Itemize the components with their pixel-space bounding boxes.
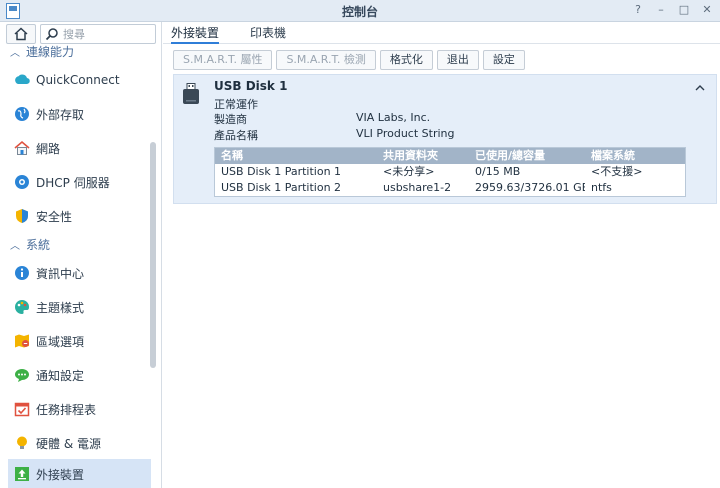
search-icon [45,28,58,41]
device-status: 正常運作 [214,98,258,111]
product-name-label: 產品名稱 [214,129,258,142]
table-row[interactable]: USB Disk 1 Partition 2 usbshare1-2 2959.… [215,180,685,196]
sidebar-item-label: 硬體 & 電源 [36,436,101,451]
format-button[interactable]: 格式化 [379,50,433,70]
product-name-value: VLI Product String [356,127,455,140]
palette-icon [15,300,29,314]
main-content: 外接裝置 印表機 S.M.A.R.T. 屬性 S.M.A.R.T. 檢測 格式化… [163,22,720,488]
lightbulb-icon [17,436,27,449]
calendar-check-icon [14,402,30,417]
sidebar-item-notification[interactable]: 通知設定 [8,360,151,390]
file-system: ntfs [591,181,612,194]
column-header[interactable]: 共用資料夾 [377,148,469,164]
sidebar-item-task-scheduler[interactable]: 任務排程表 [8,394,151,424]
sidebar-item-label: DHCP 伺服器 [36,175,110,190]
usb-drive-icon [183,83,199,104]
partition-table: 名稱 共用資料夾 已使用/總容量 檔案系統 USB Disk 1 Partiti… [214,147,686,197]
toolbar: S.M.A.R.T. 屬性 S.M.A.R.T. 檢測 格式化 退出 設定 [173,50,525,70]
tab-printers[interactable]: 印表機 [250,24,286,44]
group-header-connectivity[interactable]: ︿ 連線能力 [10,42,74,60]
manufacturer-label: 製造商 [214,113,247,126]
collapse-caret-icon: ︿ [10,240,20,252]
sidebar-item-network[interactable]: 網路 [8,133,151,163]
quickconnect-icon [15,74,30,85]
sidebar-item-label: QuickConnect [36,73,120,87]
sidebar-item-external-devices[interactable]: 外接裝置 [8,459,151,488]
group-label: 系統 [26,237,51,252]
sidebar-item-label: 任務排程表 [36,402,97,417]
sidebar-item-label: 外接裝置 [36,467,85,482]
help-button[interactable]: ? [631,2,645,18]
collapse-caret-icon: ︿ [10,47,20,59]
partition-table-header: 名稱 共用資料夾 已使用/總容量 檔案系統 [215,148,685,164]
window-controls: ? – □ ✕ [631,2,714,18]
file-system: <不支援> [591,165,643,178]
maximize-button[interactable]: □ [677,2,691,18]
column-header[interactable]: 名稱 [215,148,377,164]
sidebar-scrollbar[interactable] [150,142,156,368]
smart-test-button[interactable]: S.M.A.R.T. 檢測 [276,50,376,70]
close-button[interactable]: ✕ [700,2,714,18]
sidebar-item-info-center[interactable]: 資訊中心 [8,258,151,288]
table-row[interactable]: USB Disk 1 Partition 1 <未分享> 0/15 MB <不支… [215,164,685,180]
group-header-system[interactable]: ︿ 系統 [10,235,50,253]
column-header[interactable]: 檔案系統 [585,148,685,164]
sidebar-item-label: 區域選項 [36,334,85,349]
smart-attributes-button[interactable]: S.M.A.R.T. 屬性 [173,50,273,70]
home-button[interactable] [6,24,36,44]
sidebar-item-dhcp-server[interactable]: DHCP 伺服器 [8,167,151,197]
used-capacity: 0/15 MB [475,165,521,178]
sidebar-item-regional-options[interactable]: 區域選項 [8,326,151,356]
sidebar-item-label: 外部存取 [36,107,85,122]
collapse-chevron-up-icon[interactable] [694,83,706,93]
network-house-icon [14,140,30,155]
partition-name: USB Disk 1 Partition 2 [221,181,342,194]
title-bar: 控制台 ? – □ ✕ [0,0,720,22]
search-input[interactable] [63,26,153,42]
sidebar-item-label: 通知設定 [36,368,85,383]
sidebar-item-label: 網路 [36,141,61,156]
tab-external-devices[interactable]: 外接裝置 [171,24,220,44]
globe-icon [15,107,29,121]
sidebar-item-label: 主題樣式 [36,300,85,315]
home-icon [14,27,28,41]
device-panel[interactable]: USB Disk 1 正常運作 製造商 VIA Labs, Inc. 產品名稱 … [173,74,717,204]
chat-bubble-icon [15,369,29,382]
partition-name: USB Disk 1 Partition 1 [221,165,342,178]
sidebar-item-label: 資訊中心 [36,266,85,281]
minimize-button[interactable]: – [654,2,668,18]
sidebar-item-theme[interactable]: 主題樣式 [8,292,151,322]
sidebar-item-external-access[interactable]: 外部存取 [8,99,151,129]
manufacturer-value: VIA Labs, Inc. [356,111,431,124]
sidebar-item-hardware-power[interactable]: 硬體 & 電源 [8,428,151,458]
sidebar: ︿ 連線能力 QuickConnect 外部存取 網路 DHCP 伺服器 安全性… [0,22,162,488]
eject-button[interactable]: 退出 [436,50,479,70]
settings-button[interactable]: 設定 [482,50,525,70]
sidebar-item-quickconnect[interactable]: QuickConnect [8,65,151,95]
device-name: USB Disk 1 [214,79,288,93]
sidebar-item-security[interactable]: 安全性 [8,201,151,231]
sidebar-top [6,24,156,44]
group-label: 連線能力 [26,44,75,59]
info-icon [15,266,29,280]
used-capacity: 2959.63/3726.01 GB [475,181,585,194]
shared-folder: <未分享> [383,165,435,178]
sidebar-item-label: 安全性 [36,209,73,224]
shared-folder: usbshare1-2 [383,181,452,194]
dhcp-icon [15,175,29,189]
tab-bar: 外接裝置 印表機 [163,22,720,44]
column-header[interactable]: 已使用/總容量 [469,148,585,164]
shield-icon [16,209,28,223]
region-map-icon [15,334,29,348]
window-title: 控制台 [341,5,378,19]
search-box [40,24,156,44]
external-device-icon [15,467,29,481]
